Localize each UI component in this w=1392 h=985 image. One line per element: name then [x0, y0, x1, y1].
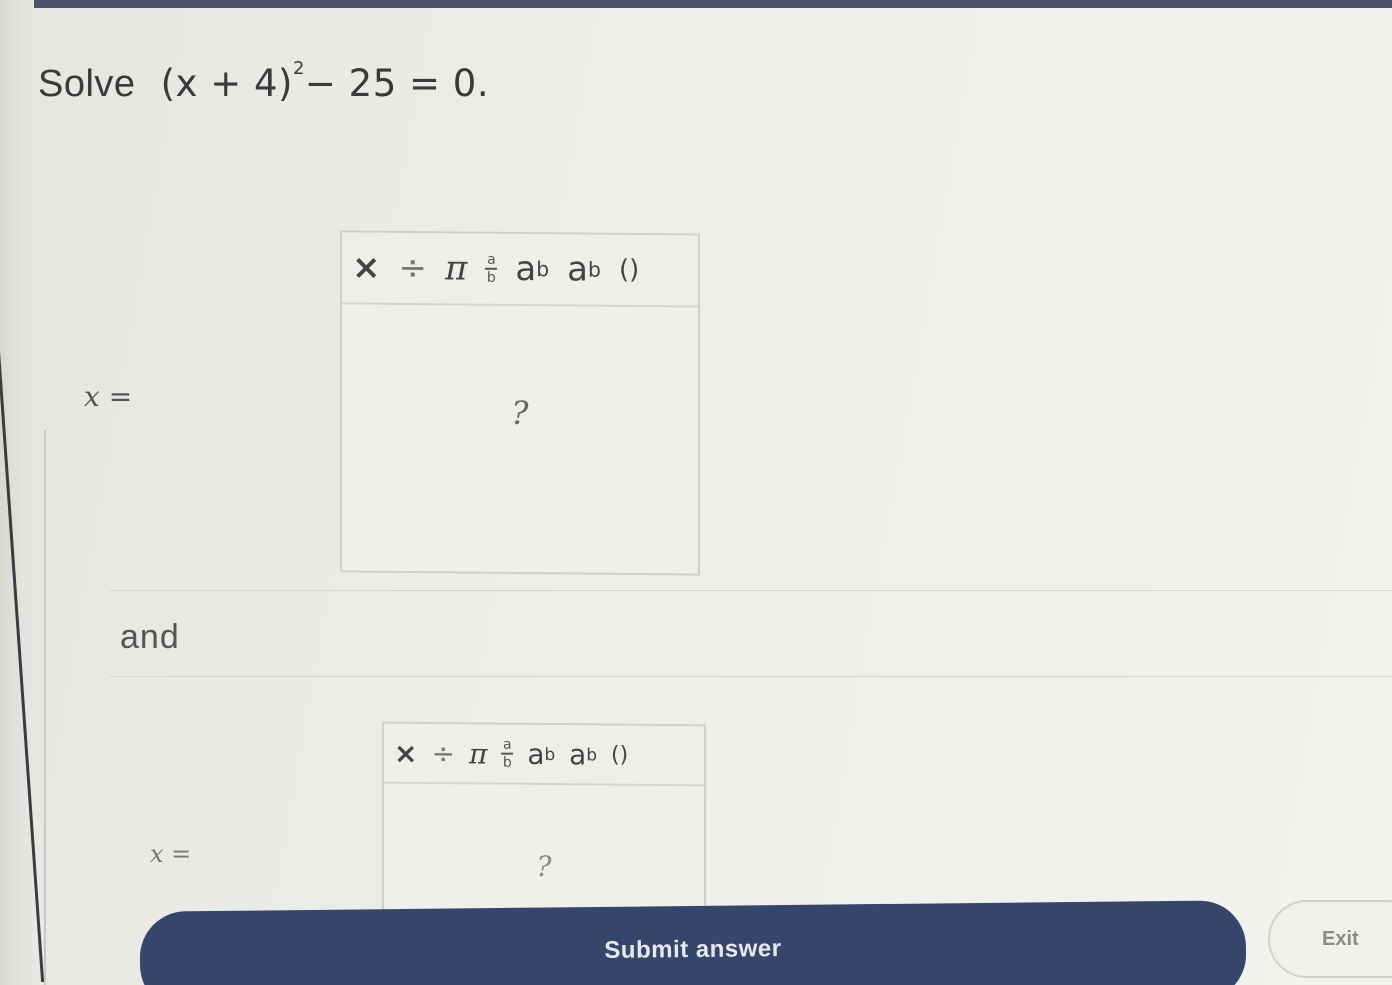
parentheses-icon[interactable]: () [611, 742, 628, 767]
divide-icon[interactable]: ÷ [399, 248, 428, 288]
answer2-math-toolbar: × ÷ π a b ab ab () [384, 723, 704, 787]
submit-answer-button[interactable]: Submit answer [139, 900, 1247, 985]
expression-left: (x + 4) [160, 62, 293, 105]
divide-icon[interactable]: ÷ [431, 737, 454, 770]
subscript-icon[interactable]: ab [569, 738, 597, 771]
problem-label: Solve [38, 63, 136, 105]
top-bar [0, 0, 1392, 8]
exit-button[interactable]: Exit [1268, 900, 1392, 978]
times-icon[interactable]: × [352, 248, 381, 288]
divider-bottom [110, 676, 1392, 677]
problem-expression: (x + 4)2− 25 = 0. [160, 58, 490, 105]
subscript-index: b [586, 744, 597, 765]
answer1-placeholder: ? [511, 393, 529, 433]
pi-icon[interactable]: π [469, 737, 487, 770]
monitor-bezel [0, 0, 34, 985]
answer2-variable-label: x = [150, 840, 192, 868]
screen: Solve (x + 4)2− 25 = 0. x = × ÷ π a b ab… [0, 0, 1392, 985]
fraction-icon[interactable]: a b [485, 251, 498, 286]
subscript-base: a [567, 249, 588, 290]
fraction-icon[interactable]: a b [501, 736, 514, 771]
answer2-placeholder: ? [536, 849, 552, 884]
answer1-math-input[interactable]: × ÷ π a b ab ab () ? [340, 230, 700, 576]
fraction-denominator: b [486, 269, 496, 286]
exponent-icon[interactable]: ab [515, 249, 549, 289]
fraction-denominator: b [502, 754, 512, 771]
expression-exponent: 2 [292, 58, 305, 79]
left-divider-line [44, 430, 46, 985]
answer1-math-toolbar: × ÷ π a b ab ab () [342, 232, 698, 308]
exponent-power: b [544, 744, 556, 765]
submit-answer-label: Submit answer [604, 935, 782, 964]
connector-and: and [120, 618, 180, 656]
divider-top [110, 590, 1392, 591]
subscript-icon[interactable]: ab [567, 249, 601, 289]
subscript-base: a [569, 737, 587, 771]
pi-icon[interactable]: π [445, 248, 467, 288]
exit-label: Exit [1322, 927, 1359, 950]
parentheses-icon[interactable]: () [619, 255, 639, 285]
fraction-numerator: a [487, 251, 496, 268]
fraction-numerator: a [503, 736, 512, 753]
answer1-variable-label: x = [84, 380, 133, 413]
expression-right: − 25 = 0. [304, 62, 490, 105]
exponent-icon[interactable]: ab [527, 737, 555, 770]
subscript-index: b [588, 257, 601, 282]
exponent-power: b [536, 257, 550, 282]
times-icon[interactable]: × [394, 736, 417, 769]
problem-statement: Solve (x + 4)2− 25 = 0. [38, 58, 489, 106]
exponent-base: a [515, 248, 537, 290]
exponent-base: a [527, 737, 545, 771]
